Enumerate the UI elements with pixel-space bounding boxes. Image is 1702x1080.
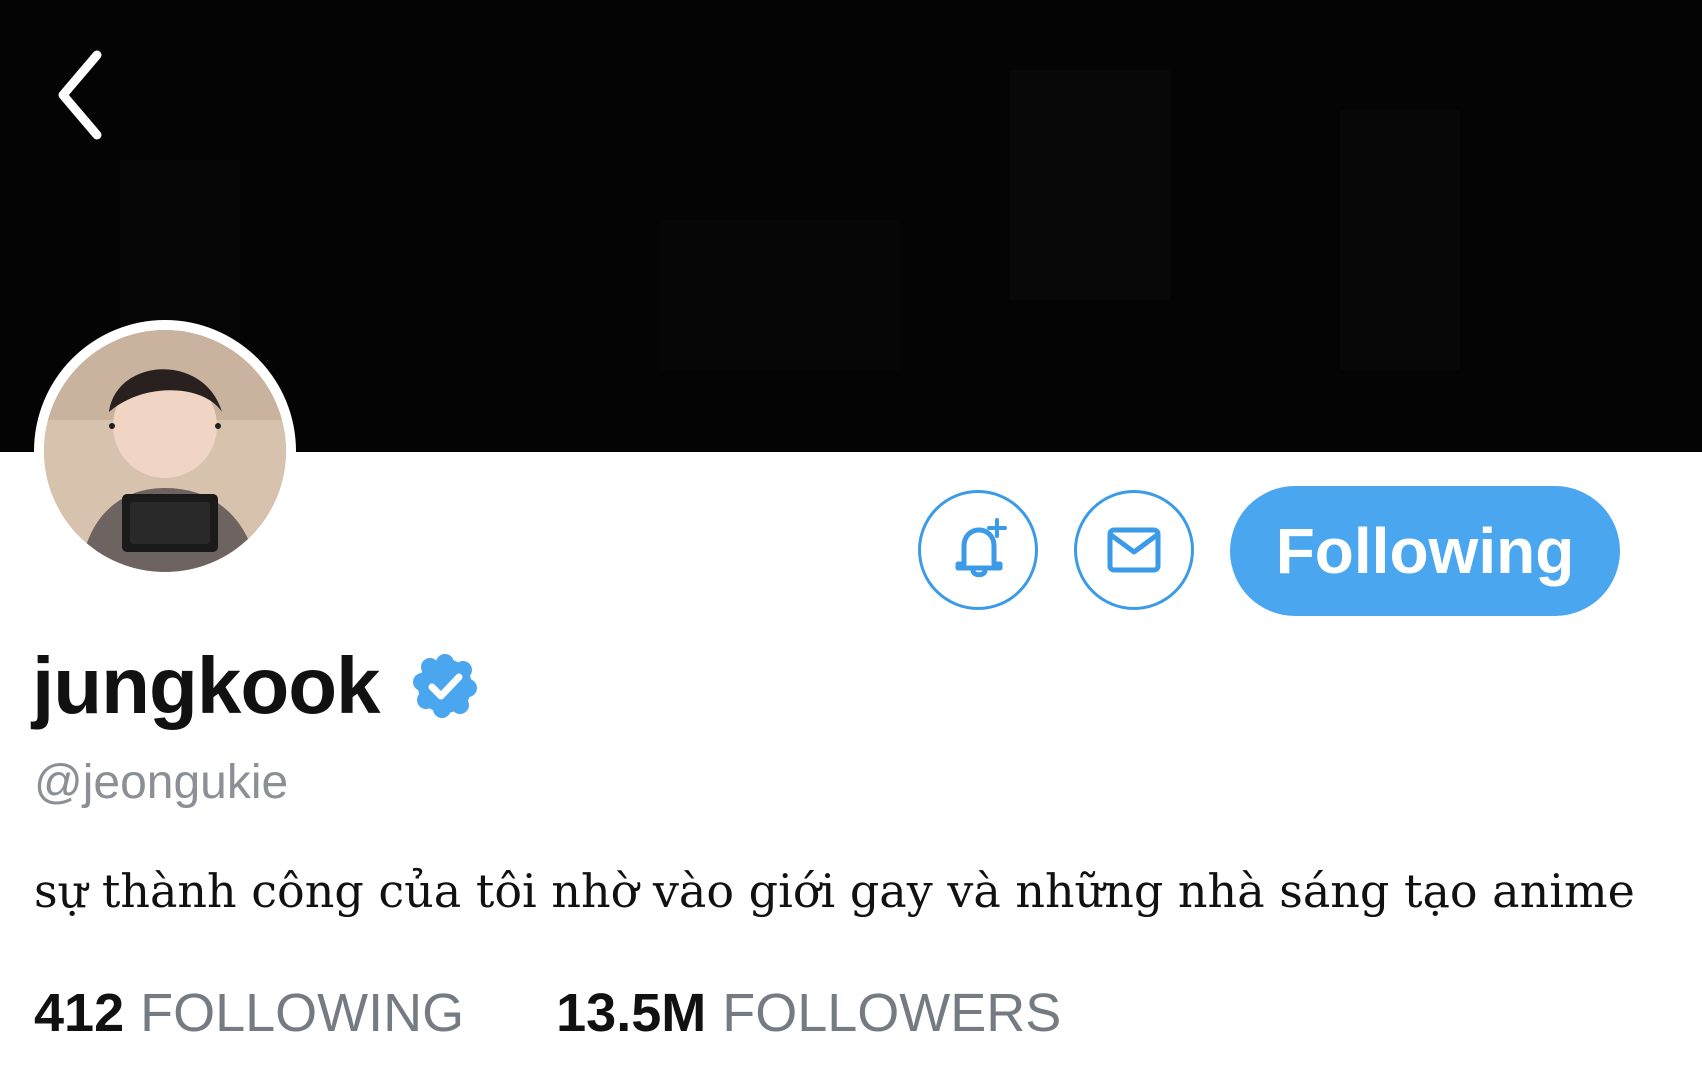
- verified-badge-icon: [410, 651, 480, 721]
- back-button[interactable]: [40, 40, 120, 150]
- following-label[interactable]: FOLLOWING: [140, 982, 464, 1044]
- following-button[interactable]: Following: [1230, 486, 1620, 616]
- message-button[interactable]: [1074, 490, 1194, 610]
- profile-page: Following jungkook @jeongukie sự thành c…: [0, 0, 1702, 1080]
- display-name: jungkook: [32, 641, 381, 730]
- avatar-image: [44, 330, 286, 572]
- avatar-photo: [44, 330, 286, 572]
- bell-plus-icon: [955, 518, 1007, 578]
- profile-handle: @jeongukie: [34, 756, 289, 809]
- name-row: jungkook: [32, 636, 480, 736]
- profile-bio: sự thành công của tôi nhờ vào giới gay v…: [34, 864, 1635, 918]
- followers-label[interactable]: FOLLOWERS: [722, 982, 1061, 1044]
- followers-count[interactable]: 13.5M: [556, 982, 706, 1044]
- chevron-left-icon: [58, 50, 102, 140]
- profile-avatar[interactable]: [34, 320, 296, 582]
- following-count[interactable]: 412: [34, 982, 124, 1044]
- profile-stats: 412 FOLLOWING 13.5M FOLLOWERS: [34, 982, 1061, 1044]
- notifications-button[interactable]: [918, 490, 1038, 610]
- mail-icon: [1107, 527, 1161, 573]
